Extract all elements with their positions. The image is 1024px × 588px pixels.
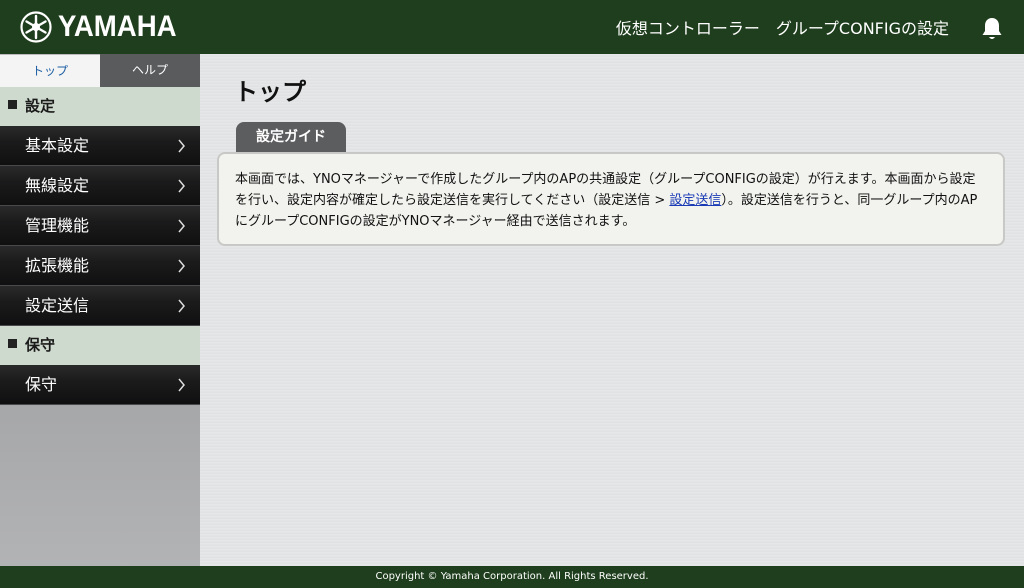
- menu-item-label: 拡張機能: [25, 256, 90, 275]
- chevron-right-icon: [178, 179, 185, 193]
- bell-icon[interactable]: [980, 16, 1004, 42]
- tuning-fork-logo-icon: [20, 11, 52, 43]
- copyright-text: Copyright © Yamaha Corporation. All Righ…: [375, 571, 649, 582]
- square-bullet-icon: [8, 100, 17, 109]
- footer: Copyright © Yamaha Corporation. All Righ…: [0, 566, 1024, 588]
- page-title: トップ: [234, 78, 306, 106]
- header-title: 仮想コントローラー グループCONFIGの設定: [615, 19, 949, 38]
- tab-help[interactable]: ヘルプ: [100, 54, 200, 87]
- menu-item-management[interactable]: 管理機能: [0, 206, 200, 246]
- menu-item-send-settings[interactable]: 設定送信: [0, 286, 200, 326]
- menu-item-label: 設定送信: [25, 296, 90, 315]
- menu-item-label: 保守: [25, 375, 58, 394]
- section-maintenance-label: 保守: [25, 336, 56, 354]
- settings-guide-box: 本画面では、YNOマネージャーで作成したグループ内のAPの共通設定（グループCO…: [217, 152, 1005, 246]
- menu-item-label: 管理機能: [25, 216, 90, 235]
- menu-item-label: 基本設定: [25, 136, 90, 155]
- menu-item-label: 無線設定: [25, 176, 90, 195]
- sidebar: トップ ヘルプ 設定 基本設定 無線設定 管理機能 拡張機能 設定送信 保守 保…: [0, 54, 200, 566]
- chevron-right-icon: [178, 378, 185, 392]
- section-settings: 設定: [0, 87, 200, 126]
- chevron-right-icon: [178, 139, 185, 153]
- section-maintenance: 保守: [0, 326, 200, 365]
- sidebar-tabs: トップ ヘルプ: [0, 54, 200, 87]
- menu-item-basic-settings[interactable]: 基本設定: [0, 126, 200, 166]
- header-bar: YAMAHA 仮想コントローラー グループCONFIGの設定: [0, 0, 1024, 54]
- send-settings-link[interactable]: 設定送信: [669, 193, 721, 208]
- square-bullet-icon: [8, 339, 17, 348]
- menu-item-wireless-settings[interactable]: 無線設定: [0, 166, 200, 206]
- main-content: トップ 設定ガイド 本画面では、YNOマネージャーで作成したグループ内のAPの共…: [200, 54, 1024, 566]
- menu-item-maintenance[interactable]: 保守: [0, 365, 200, 405]
- tab-top[interactable]: トップ: [0, 54, 100, 87]
- menu-item-extended[interactable]: 拡張機能: [0, 246, 200, 286]
- settings-guide-tab: 設定ガイド: [236, 122, 346, 152]
- yamaha-logo[interactable]: YAMAHA: [20, 10, 187, 44]
- chevron-right-icon: [178, 259, 185, 273]
- section-settings-label: 設定: [25, 97, 56, 115]
- logo-text: YAMAHA: [58, 10, 177, 43]
- chevron-right-icon: [178, 299, 185, 313]
- chevron-right-icon: [178, 219, 185, 233]
